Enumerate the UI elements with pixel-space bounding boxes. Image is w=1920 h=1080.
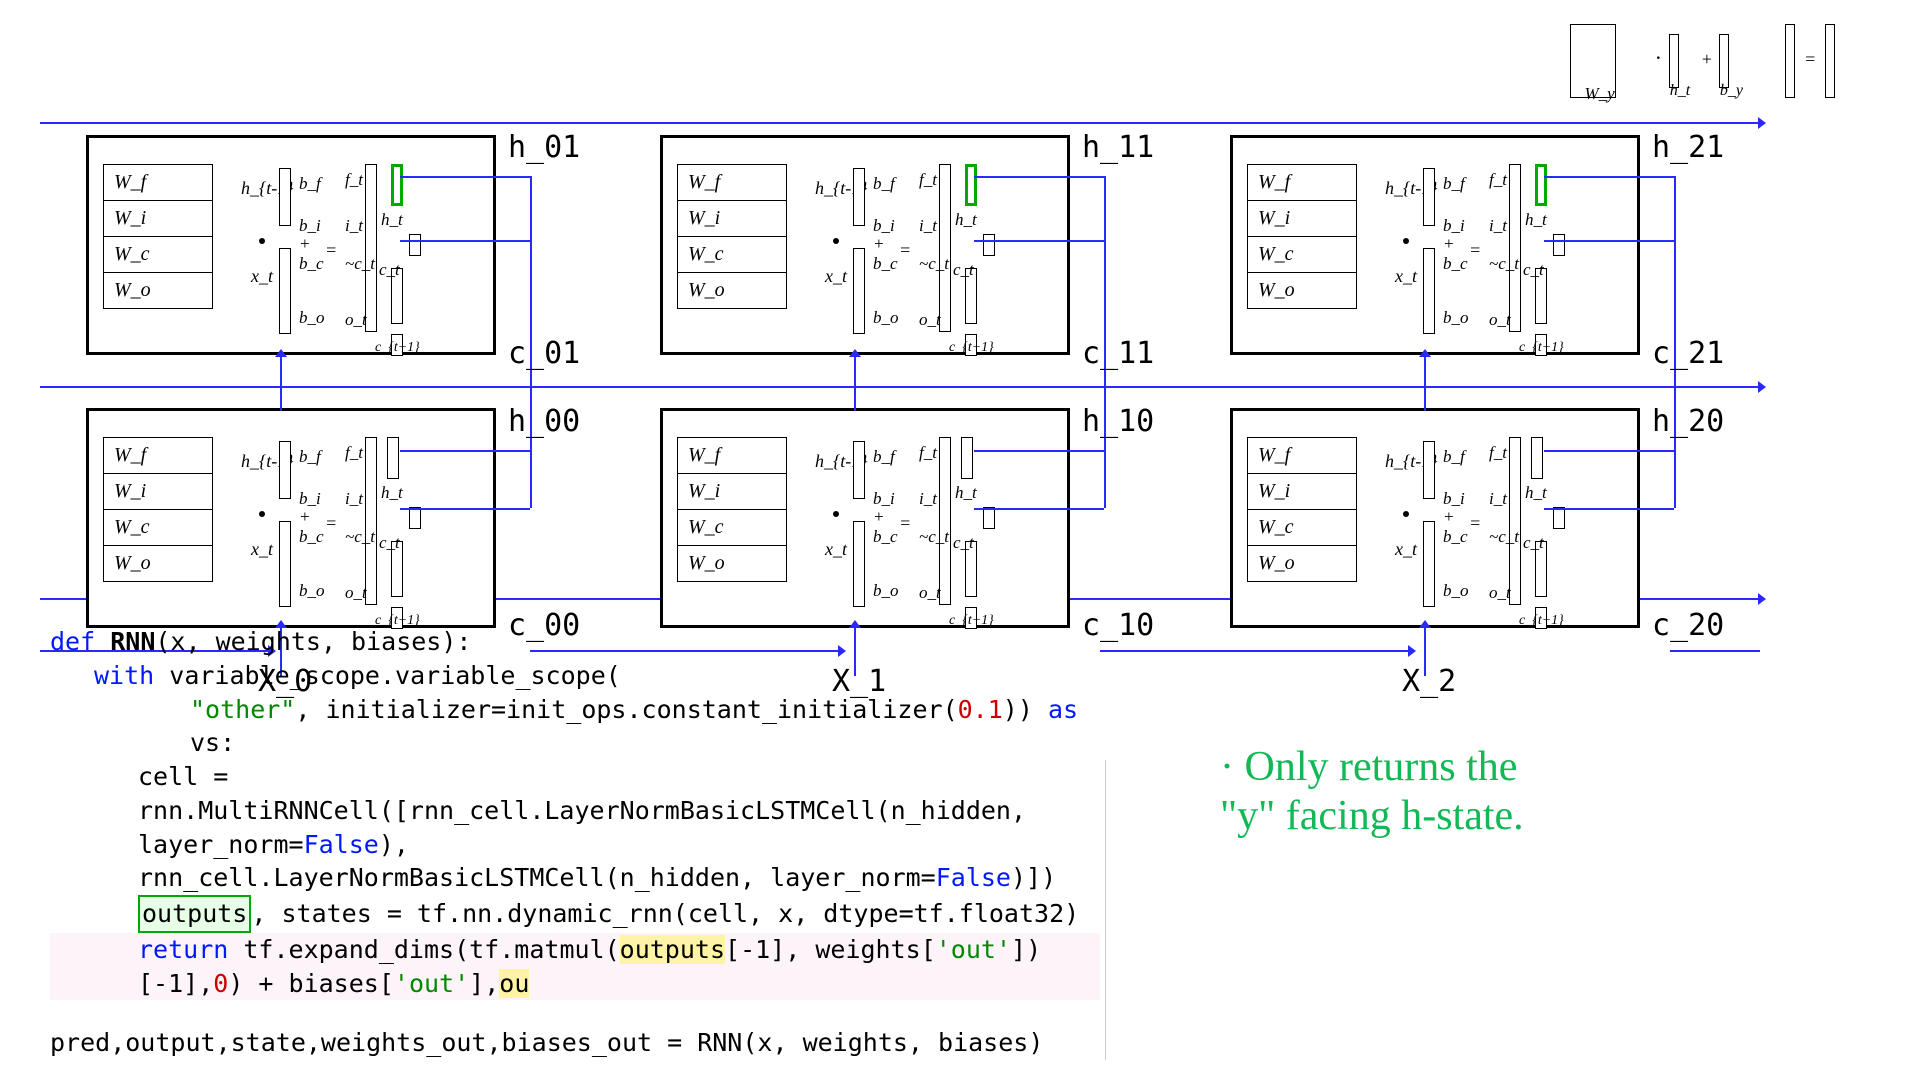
weight-stack: W_f W_i W_c W_o [103, 164, 213, 309]
code-snippet: def RNN(x, weights, biases): with variab… [50, 625, 1100, 1060]
label-c21: c_21 [1652, 336, 1724, 371]
outputs-highlight: outputs [138, 895, 251, 933]
lstm-cell-bot-0: W_fW_iW_cW_o h_{t-1}x_t b_fb_i+b_cb_o = … [86, 408, 496, 628]
vertical-divider [1105, 760, 1106, 1060]
label-c20: c_20 [1652, 608, 1724, 643]
label-h10: h_10 [1082, 404, 1154, 439]
lstm-cell-top-2: W_fW_iW_cW_o h_{t-1}x_t b_fb_i+b_cb_o = … [1230, 135, 1640, 355]
label-h00: h_00 [508, 404, 580, 439]
label-h21: h_21 [1652, 130, 1724, 165]
lstm-cell-bot-2: W_fW_iW_cW_o h_{t-1}x_t b_fb_i+b_cb_o = … [1230, 408, 1640, 628]
label-h20: h_20 [1652, 404, 1724, 439]
lstm-cell-top-0: W_f W_i W_c W_o h_{t-1} x_t b_f b_i + b_… [86, 135, 496, 355]
label-h01: h_01 [508, 130, 580, 165]
h-out-highlight [391, 164, 403, 206]
label-c11: c_11 [1082, 336, 1154, 371]
dot-icon [259, 238, 265, 244]
label-h11: h_11 [1082, 130, 1154, 165]
lstm-cell-top-1: W_fW_iW_cW_o h_{t-1}x_t b_fb_i+b_cb_o = … [660, 135, 1070, 355]
lstm-cell-bot-1: W_fW_iW_cW_o h_{t-1}x_t b_fb_i+b_cb_o = … [660, 408, 1070, 628]
label-x2: X_2 [1402, 664, 1456, 699]
handwritten-annotation: · Only returns the "y" facing h-state. [1220, 743, 1700, 840]
label-c01: c_01 [508, 336, 580, 371]
